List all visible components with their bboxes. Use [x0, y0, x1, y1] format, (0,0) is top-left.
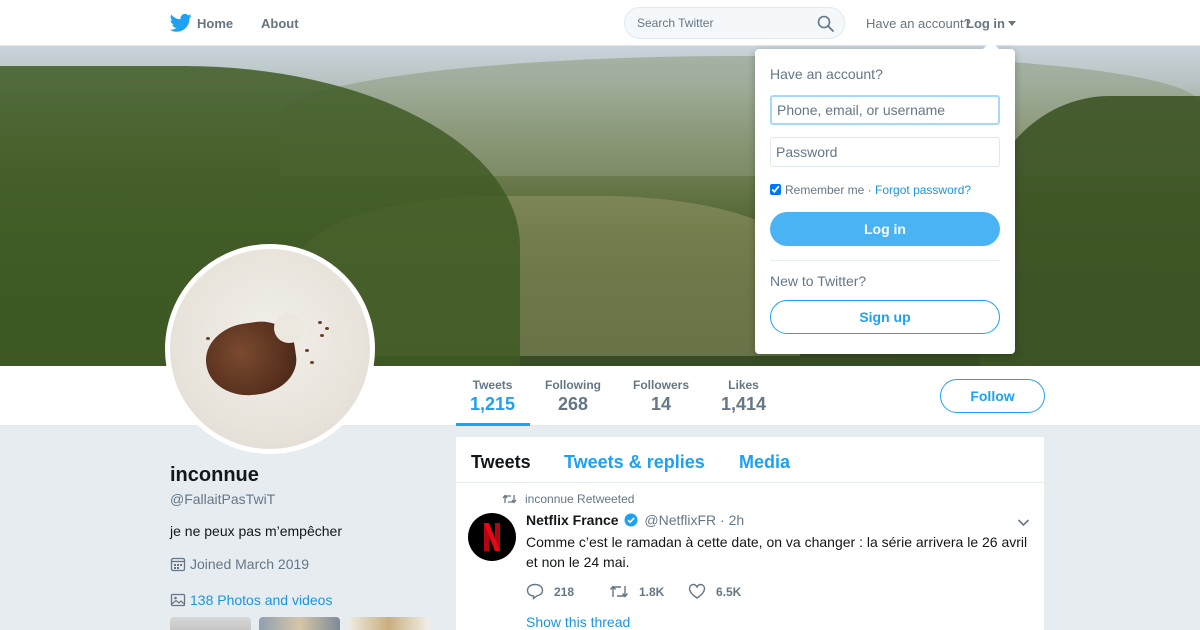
caret-down-icon[interactable]	[1008, 21, 1016, 26]
follow-button[interactable]: Follow	[940, 379, 1045, 413]
netflix-logo-icon	[484, 523, 500, 551]
nav-about-link[interactable]: About	[261, 16, 299, 31]
tab-tweets-replies[interactable]: Tweets & replies	[564, 452, 705, 473]
tweet-text: Comme c’est le ramadan à cette date, on …	[526, 534, 1028, 570]
new-to-twitter-text: New to Twitter?	[770, 273, 867, 289]
retweet-count: 1.8K	[639, 585, 665, 599]
photos-link-text[interactable]: 138 Photos and videos	[190, 592, 332, 608]
photo-thumbnail[interactable]	[259, 617, 340, 630]
profile-name[interactable]: inconnue	[170, 464, 259, 487]
tab-tweets[interactable]: Tweets	[471, 452, 531, 473]
separator: ·	[867, 183, 872, 197]
stat-value: 1,414	[721, 394, 767, 414]
avatar-cookie-bite	[274, 313, 304, 343]
search-box[interactable]	[624, 7, 845, 39]
login-dropdown: Have an account? Remember me · Forgot pa…	[755, 41, 1015, 354]
profile-handle[interactable]: @FallaitPasTwiT	[170, 491, 275, 507]
search-icon[interactable]	[817, 15, 834, 32]
crumb	[318, 321, 322, 324]
photo-thumbnail[interactable]	[170, 617, 251, 630]
twitter-bird-icon[interactable]	[170, 13, 192, 33]
have-account-text: Have an account?	[866, 16, 971, 31]
crumb	[325, 327, 329, 330]
profile-joined: Joined March 2019	[170, 556, 309, 572]
stat-label: Followers	[633, 378, 690, 392]
login-dropdown-toggle[interactable]: Log in	[966, 16, 1005, 31]
remember-me-checkbox[interactable]	[770, 184, 781, 195]
tweet-actions: 218 1.8K 6.5K	[526, 583, 826, 600]
joined-text: Joined March 2019	[190, 556, 310, 572]
photos-link[interactable]: 138 Photos and videos	[170, 592, 332, 608]
stat-following[interactable]: Following 268	[545, 378, 601, 415]
reply-icon	[526, 583, 544, 600]
remember-me-label[interactable]: Remember me	[785, 183, 864, 197]
retweet-icon	[609, 585, 629, 598]
login-button[interactable]: Log in	[770, 212, 1000, 246]
crumb	[320, 334, 324, 337]
retweet-button[interactable]: 1.8K	[609, 583, 664, 600]
username-input[interactable]	[770, 95, 1000, 125]
stat-value: 268	[557, 394, 589, 414]
password-input[interactable]	[770, 137, 1000, 167]
stat-label: Likes	[728, 378, 759, 392]
remember-me-row: Remember me · Forgot password?	[770, 183, 971, 197]
reply-count: 218	[554, 585, 575, 599]
avatar[interactable]	[165, 244, 375, 454]
dropdown-arrow	[983, 41, 999, 49]
tweet-header: Netflix France @NetflixFR · 2h	[526, 512, 744, 528]
stat-tweets[interactable]: Tweets 1,215	[470, 378, 515, 415]
chevron-down-icon[interactable]	[1017, 516, 1030, 529]
stat-label: Tweets	[472, 378, 513, 392]
heart-icon	[688, 583, 706, 599]
retweet-note-text[interactable]: inconnue Retweeted	[525, 492, 634, 506]
signup-button[interactable]: Sign up	[770, 300, 1000, 334]
retweet-note: inconnue Retweeted	[502, 492, 634, 506]
photo-thumbnail[interactable]	[348, 617, 429, 630]
login-heading: Have an account?	[770, 66, 883, 82]
forgot-password-link[interactable]: Forgot password?	[875, 183, 971, 197]
stat-value: 14	[650, 394, 672, 414]
retweet-icon	[502, 494, 517, 504]
crumb	[310, 361, 314, 364]
tweet-timestamp[interactable]: · 2h	[720, 512, 744, 528]
stat-value: 1,215	[470, 394, 516, 414]
tab-media[interactable]: Media	[739, 452, 790, 473]
timeline-tabs: Tweets Tweets & replies Media	[456, 437, 1044, 483]
profile-bio: je ne peux pas m’empêcher	[170, 523, 342, 539]
active-stat-underline	[456, 423, 530, 426]
timeline: Tweets Tweets & replies Media inconnue R…	[456, 437, 1044, 630]
verified-badge-icon	[624, 513, 638, 527]
image-icon	[170, 593, 186, 607]
reply-button[interactable]: 218	[526, 583, 574, 600]
tweet-author-avatar[interactable]	[468, 513, 516, 561]
nav-home-link[interactable]: Home	[197, 16, 233, 31]
divider	[770, 260, 1000, 261]
stat-label: Following	[545, 378, 601, 392]
tweet-author-handle[interactable]: @NetflixFR	[644, 512, 716, 528]
crumb	[305, 349, 309, 352]
calendar-icon	[170, 557, 186, 572]
show-thread-link[interactable]: Show this thread	[526, 614, 630, 630]
tweet-author-name[interactable]: Netflix France	[526, 512, 619, 528]
top-nav: Home About Have an account? Log in	[0, 0, 1200, 46]
crumb	[206, 337, 210, 340]
like-count: 6.5K	[716, 585, 742, 599]
search-input[interactable]	[637, 15, 817, 31]
stat-likes[interactable]: Likes 1,414	[721, 378, 766, 415]
stat-followers[interactable]: Followers 14	[633, 378, 689, 415]
like-button[interactable]: 6.5K	[688, 583, 741, 600]
